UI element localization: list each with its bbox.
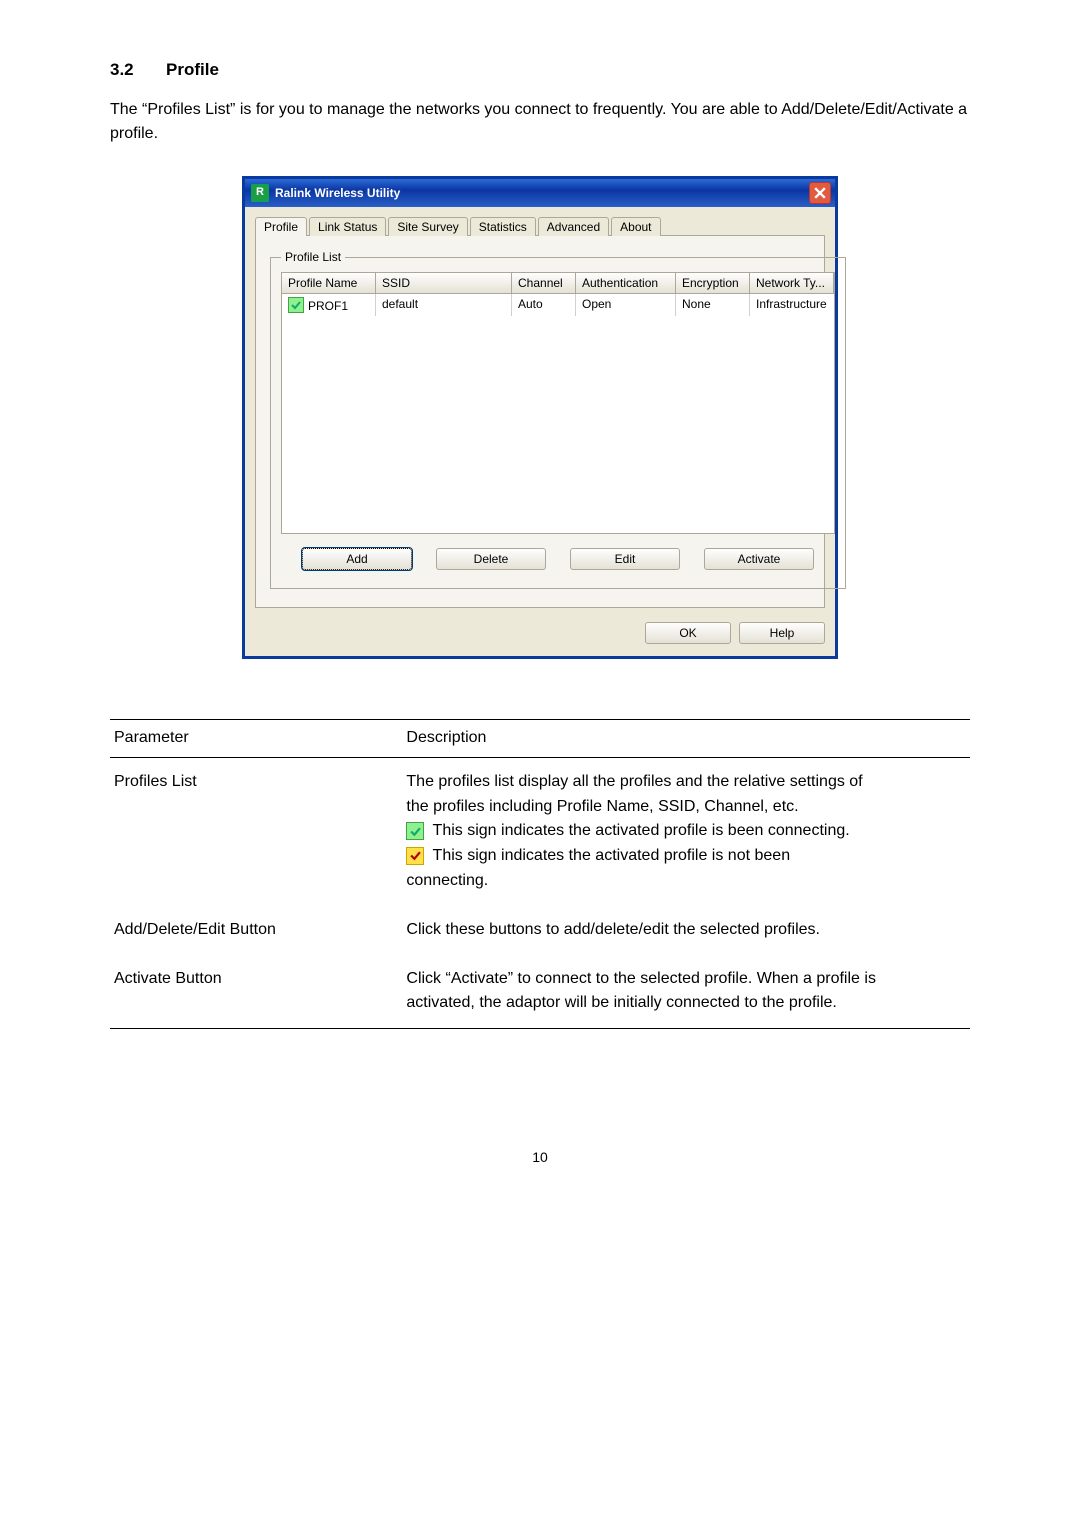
desc-add-delete-edit: Click these buttons to add/delete/edit t… bbox=[402, 906, 970, 955]
tab-statistics[interactable]: Statistics bbox=[470, 217, 536, 236]
parameter-table: Parameter Description Profiles List The … bbox=[110, 719, 970, 1029]
section-heading: 3.2Profile bbox=[110, 60, 970, 80]
param-add-delete-edit: Add/Delete/Edit Button bbox=[110, 906, 402, 955]
tab-advanced[interactable]: Advanced bbox=[538, 217, 609, 236]
profile-list-group: Profile List Profile Name SSID Channel A… bbox=[270, 250, 846, 589]
edit-button[interactable]: Edit bbox=[570, 548, 680, 570]
row-channel: Auto bbox=[512, 294, 576, 316]
row-profile-name: PROF1 bbox=[308, 299, 348, 313]
desc-profiles-list: The profiles list display all the profil… bbox=[402, 757, 970, 905]
intro-text: The “Profiles List” is for you to manage… bbox=[110, 98, 970, 146]
page-number: 10 bbox=[110, 1149, 970, 1165]
activate-button[interactable]: Activate bbox=[704, 548, 814, 570]
header-description: Description bbox=[402, 720, 970, 758]
profile-list-legend: Profile List bbox=[281, 250, 345, 264]
ok-button[interactable]: OK bbox=[645, 622, 731, 644]
tab-site-survey[interactable]: Site Survey bbox=[388, 217, 467, 236]
col-authentication[interactable]: Authentication bbox=[576, 273, 676, 294]
close-button[interactable] bbox=[809, 182, 831, 204]
list-item[interactable]: PROF1 default Auto Open None Infrastruct… bbox=[282, 294, 834, 316]
check-yellow-icon bbox=[406, 847, 424, 865]
app-icon: R bbox=[251, 184, 269, 202]
param-profiles-list: Profiles List bbox=[110, 757, 402, 905]
tab-link-status[interactable]: Link Status bbox=[309, 217, 386, 236]
header-parameter: Parameter bbox=[110, 720, 402, 758]
tab-about[interactable]: About bbox=[611, 217, 660, 236]
row-ssid: default bbox=[376, 294, 512, 316]
desc-activate: Click “Activate” to connect to the selec… bbox=[402, 955, 970, 1029]
section-title: Profile bbox=[166, 60, 219, 79]
titlebar: R Ralink Wireless Utility bbox=[245, 179, 835, 207]
tab-profile[interactable]: Profile bbox=[255, 217, 307, 236]
help-button[interactable]: Help bbox=[739, 622, 825, 644]
check-icon bbox=[288, 297, 304, 313]
param-activate: Activate Button bbox=[110, 955, 402, 1029]
ralink-utility-dialog: R Ralink Wireless Utility Profile Link S… bbox=[242, 176, 838, 659]
col-channel[interactable]: Channel bbox=[512, 273, 576, 294]
col-profile-name[interactable]: Profile Name bbox=[282, 273, 376, 294]
listview-header: Profile Name SSID Channel Authentication… bbox=[282, 273, 834, 294]
add-button[interactable]: Add bbox=[302, 548, 412, 570]
row-authentication: Open bbox=[576, 294, 676, 316]
row-network-type: Infrastructure bbox=[750, 294, 834, 316]
profile-listview[interactable]: Profile Name SSID Channel Authentication… bbox=[281, 272, 835, 534]
col-network-type[interactable]: Network Ty... bbox=[750, 273, 834, 294]
check-green-icon bbox=[406, 822, 424, 840]
close-icon bbox=[814, 187, 826, 199]
row-encryption: None bbox=[676, 294, 750, 316]
tab-bar: Profile Link Status Site Survey Statisti… bbox=[255, 217, 825, 236]
col-ssid[interactable]: SSID bbox=[376, 273, 512, 294]
window-title: Ralink Wireless Utility bbox=[275, 186, 400, 200]
section-number: 3.2 bbox=[110, 60, 166, 80]
delete-button[interactable]: Delete bbox=[436, 548, 546, 570]
col-encryption[interactable]: Encryption bbox=[676, 273, 750, 294]
